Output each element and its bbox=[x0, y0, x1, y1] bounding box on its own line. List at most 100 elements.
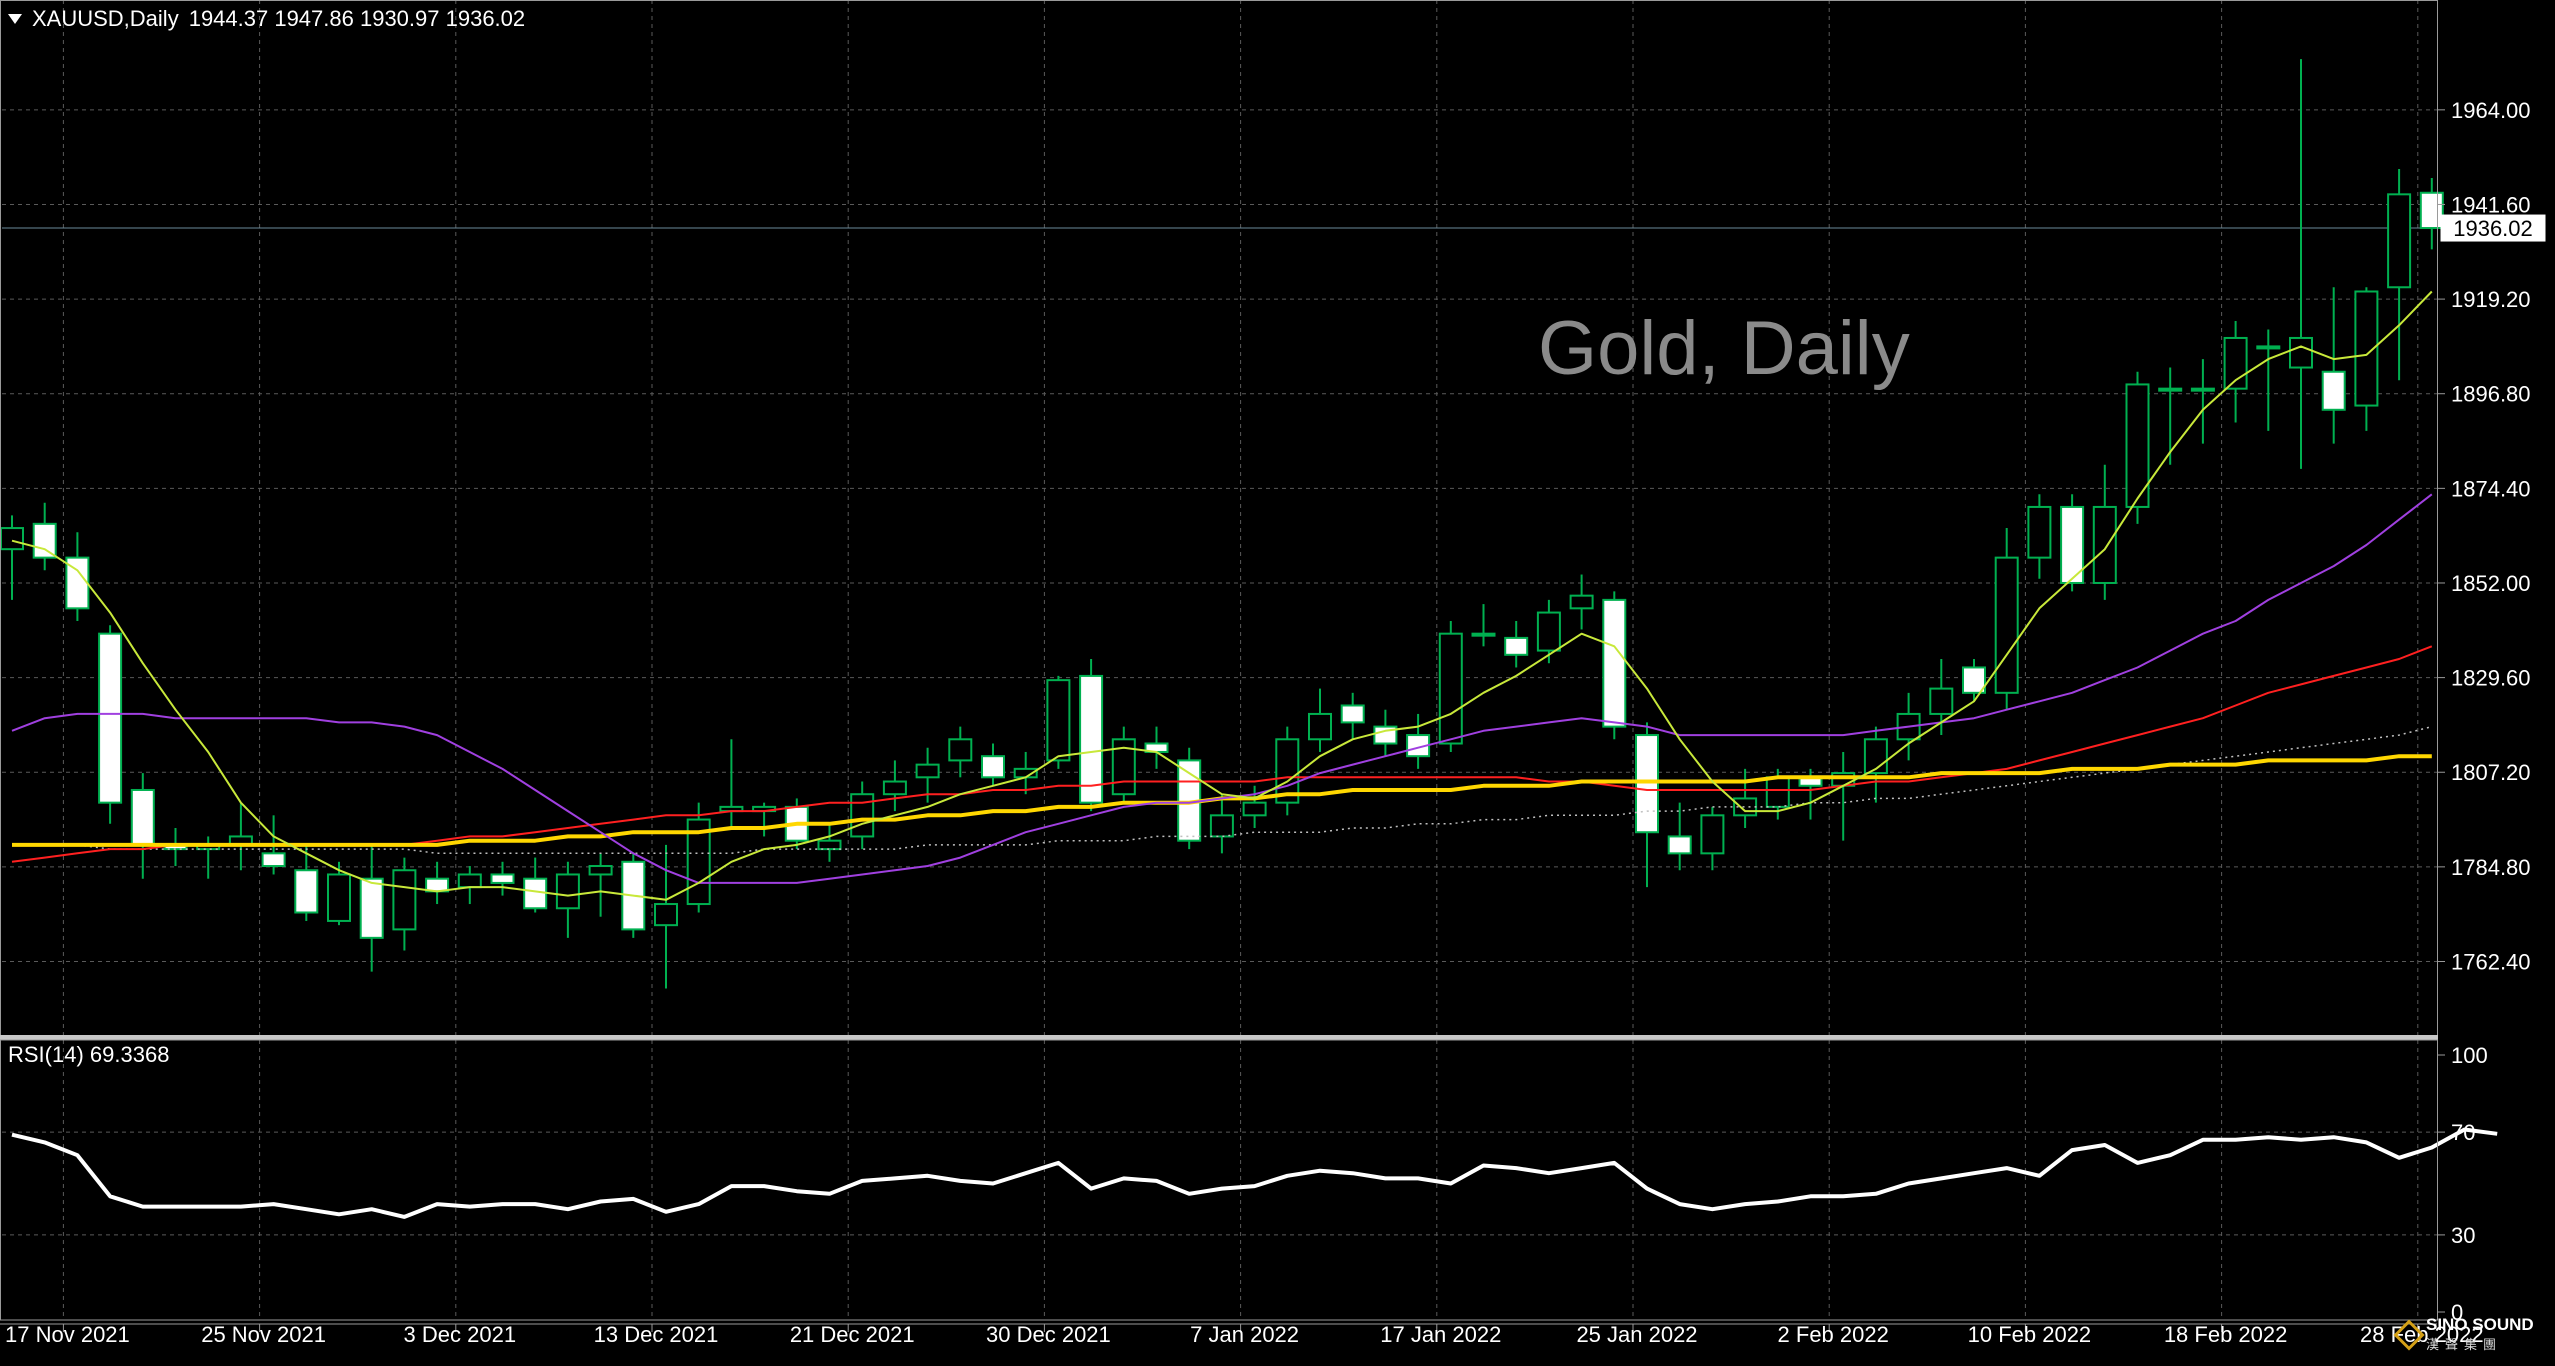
candle[interactable] bbox=[2190, 359, 2215, 444]
candle[interactable] bbox=[425, 861, 450, 905]
candle-body bbox=[1994, 556, 2019, 694]
candle[interactable] bbox=[2321, 287, 2346, 444]
candle[interactable] bbox=[327, 861, 351, 926]
candle[interactable] bbox=[1079, 659, 1104, 812]
chart-canvas[interactable]: 1964.00 1941.60 1919.20 1896.80 1874.40 1852.… bbox=[0, 0, 2555, 1366]
candle-body bbox=[130, 788, 155, 846]
candle-body bbox=[392, 869, 417, 931]
candle[interactable] bbox=[1144, 726, 1169, 769]
candle-body bbox=[817, 839, 842, 851]
candle[interactable] bbox=[2027, 494, 2052, 579]
current-price-label: 1936.02 bbox=[2453, 216, 2533, 241]
candle[interactable] bbox=[2223, 321, 2248, 423]
candle[interactable] bbox=[948, 726, 973, 778]
candle[interactable] bbox=[1700, 806, 1725, 871]
candle[interactable] bbox=[2092, 464, 2117, 600]
candle[interactable] bbox=[850, 781, 875, 850]
candle-body bbox=[1209, 814, 1234, 838]
candle[interactable] bbox=[686, 802, 711, 913]
candle[interactable] bbox=[2158, 367, 2183, 465]
pane-separator[interactable] bbox=[0, 1035, 2438, 1040]
candle-body bbox=[1569, 594, 1594, 610]
candle[interactable] bbox=[555, 861, 580, 938]
price-axis-label: 1829.60 bbox=[2451, 666, 2531, 691]
candle[interactable] bbox=[0, 515, 24, 600]
candle[interactable] bbox=[1602, 591, 1627, 740]
candle-body bbox=[327, 873, 351, 922]
price-axis-label: 1941.60 bbox=[2451, 192, 2531, 217]
rsi-axis-label: 100 bbox=[2451, 1043, 2488, 1068]
candle-body bbox=[2256, 345, 2281, 350]
candle[interactable] bbox=[1994, 528, 2019, 710]
candle[interactable] bbox=[1177, 747, 1202, 850]
candle[interactable] bbox=[457, 866, 482, 905]
candle[interactable] bbox=[2060, 494, 2085, 592]
time-axis-label: 25 Jan 2022 bbox=[1576, 1322, 1697, 1347]
candle-body bbox=[32, 522, 57, 559]
candle[interactable] bbox=[1111, 726, 1136, 803]
candle-body bbox=[1602, 598, 1627, 728]
candle[interactable] bbox=[2289, 59, 2313, 469]
candle-body bbox=[1929, 687, 1954, 715]
candle[interactable] bbox=[1863, 726, 1888, 803]
time-axis-label: 10 Feb 2022 bbox=[1968, 1322, 2092, 1347]
candle-body bbox=[2321, 370, 2346, 411]
candle[interactable] bbox=[392, 857, 417, 951]
candle-body bbox=[1308, 712, 1332, 741]
symbol-header[interactable]: XAUUSD,Daily 1944.37 1947.86 1930.97 193… bbox=[8, 6, 525, 32]
candle[interactable] bbox=[2387, 168, 2412, 381]
candle[interactable] bbox=[981, 743, 1005, 786]
candle[interactable] bbox=[1667, 802, 1692, 871]
candle[interactable] bbox=[817, 823, 842, 862]
candle[interactable] bbox=[32, 502, 57, 571]
chart-window[interactable]: 1964.00 1941.60 1919.20 1896.80 1874.40 1852.… bbox=[0, 0, 2555, 1366]
candle[interactable] bbox=[2419, 178, 2444, 250]
candle[interactable] bbox=[1438, 621, 1463, 752]
candle-body bbox=[2190, 387, 2215, 392]
price-axis-label: 1874.40 bbox=[2451, 476, 2531, 501]
rsi-line bbox=[11, 1127, 2498, 1219]
candle[interactable] bbox=[523, 857, 548, 913]
candle[interactable] bbox=[163, 828, 188, 867]
candle[interactable] bbox=[2354, 287, 2379, 431]
candle-body bbox=[294, 869, 319, 914]
candle[interactable] bbox=[1962, 659, 1986, 702]
candle-body bbox=[2092, 505, 2117, 584]
candle-body bbox=[359, 877, 384, 939]
candle[interactable] bbox=[1831, 751, 1856, 841]
candle-body bbox=[98, 632, 123, 804]
price-axis-label: 1807.20 bbox=[2451, 760, 2531, 785]
candle-body bbox=[2027, 505, 2052, 559]
candle[interactable] bbox=[1504, 621, 1529, 668]
price-axis-label: 1784.80 bbox=[2451, 855, 2531, 880]
candle-body bbox=[1046, 679, 1071, 762]
rsi-indicator-label: RSI(14) 69.3368 bbox=[8, 1042, 170, 1067]
candle[interactable] bbox=[2125, 371, 2150, 524]
candle[interactable] bbox=[588, 853, 613, 917]
time-axis-label: 30 Dec 2021 bbox=[986, 1322, 1111, 1347]
candle[interactable] bbox=[228, 802, 253, 871]
rsi-pane-border bbox=[0, 1039, 2438, 1321]
candle[interactable] bbox=[2256, 329, 2281, 431]
candle[interactable] bbox=[490, 861, 515, 896]
candle[interactable] bbox=[1471, 604, 1496, 647]
dropdown-triangle-icon[interactable] bbox=[8, 14, 22, 24]
candle[interactable] bbox=[719, 739, 744, 828]
candle[interactable] bbox=[1275, 726, 1300, 816]
candle[interactable] bbox=[98, 625, 123, 824]
candle[interactable] bbox=[130, 773, 155, 879]
candle[interactable] bbox=[1733, 768, 1758, 828]
candle-body bbox=[654, 903, 678, 927]
candle[interactable] bbox=[1308, 688, 1332, 752]
candle[interactable] bbox=[196, 836, 221, 879]
candle[interactable] bbox=[1340, 692, 1365, 740]
candle[interactable] bbox=[1406, 713, 1431, 769]
candle[interactable] bbox=[882, 760, 907, 812]
time-axis-label: 2 Feb 2022 bbox=[1778, 1322, 1889, 1347]
candle[interactable] bbox=[1635, 722, 1659, 888]
candle[interactable] bbox=[359, 844, 384, 972]
candle[interactable] bbox=[65, 532, 90, 621]
candle[interactable] bbox=[752, 802, 777, 837]
grid bbox=[2, 0, 2437, 1320]
candle[interactable] bbox=[1209, 794, 1234, 854]
